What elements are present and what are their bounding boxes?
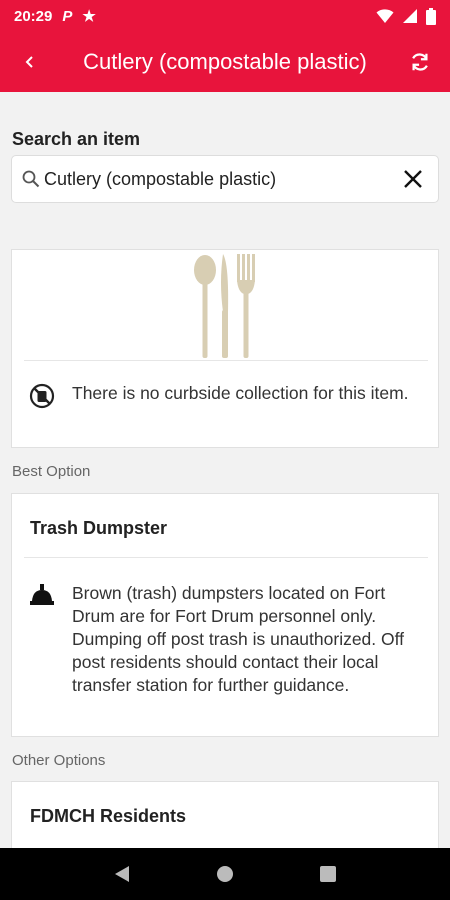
close-icon bbox=[404, 170, 422, 188]
refresh-button[interactable] bbox=[390, 32, 450, 92]
other-option-card[interactable]: FDMCH Residents bbox=[11, 781, 439, 848]
home-circle-icon bbox=[216, 866, 233, 882]
other-options-label: Other Options bbox=[12, 752, 106, 769]
battery-icon bbox=[426, 7, 436, 25]
content-area[interactable]: Search an item Cutlery (compostable plas… bbox=[0, 92, 450, 848]
best-option-info: Brown (trash) dumpsters located on Fort … bbox=[28, 582, 424, 697]
signal-icon bbox=[403, 9, 417, 23]
recents-square-icon bbox=[320, 866, 337, 882]
wifi-icon bbox=[376, 9, 394, 23]
status-right bbox=[376, 7, 436, 25]
no-collection-icon bbox=[28, 382, 56, 410]
nav-recents-button[interactable] bbox=[298, 848, 358, 900]
notice-row: There is no curbside collection for this… bbox=[28, 382, 417, 410]
refresh-icon bbox=[412, 53, 428, 71]
parking-icon: P bbox=[62, 7, 73, 25]
item-image bbox=[12, 250, 440, 360]
back-button[interactable] bbox=[0, 32, 60, 92]
notice-text: There is no curbside collection for this… bbox=[72, 383, 409, 403]
search-icon bbox=[20, 168, 42, 190]
page-title: Cutlery (compostable plastic) bbox=[83, 49, 367, 74]
nav-back-button[interactable] bbox=[92, 848, 152, 900]
nav-home-button[interactable] bbox=[195, 848, 255, 900]
back-triangle-icon bbox=[114, 866, 129, 882]
cutlery-icon bbox=[194, 254, 255, 358]
other-option-title: FDMCH Residents bbox=[30, 806, 187, 826]
chevron-left-icon bbox=[25, 56, 33, 68]
system-nav-bar bbox=[0, 848, 450, 900]
best-option-card[interactable]: Trash Dumpster Brown (trash) dumpsters l… bbox=[11, 493, 439, 737]
star-icon: ★ bbox=[82, 8, 96, 25]
card-divider bbox=[24, 360, 428, 361]
search-value[interactable]: Cutlery (compostable plastic) bbox=[44, 169, 388, 190]
best-option-description: Brown (trash) dumpsters located on Fort … bbox=[72, 583, 405, 695]
status-bar: 20:29 P ★ bbox=[0, 0, 450, 32]
best-option-title: Trash Dumpster bbox=[30, 518, 168, 538]
status-time: 20:29 bbox=[14, 7, 53, 25]
card-divider bbox=[24, 557, 428, 558]
best-option-label: Best Option bbox=[12, 463, 91, 480]
search-label: Search an item bbox=[12, 129, 141, 149]
dumpster-icon bbox=[28, 582, 56, 610]
clear-search-button[interactable] bbox=[388, 155, 438, 203]
app-bar: Cutlery (compostable plastic) bbox=[0, 32, 450, 92]
search-input[interactable]: Cutlery (compostable plastic) bbox=[11, 155, 439, 203]
item-card: There is no curbside collection for this… bbox=[11, 249, 439, 448]
status-left: 20:29 P ★ bbox=[14, 7, 96, 26]
